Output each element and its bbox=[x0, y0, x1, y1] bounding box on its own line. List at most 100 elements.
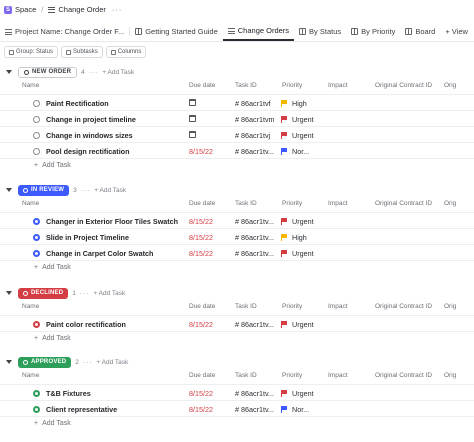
tab-by-priority[interactable]: By Priority bbox=[346, 22, 400, 41]
column-header[interactable]: Name bbox=[22, 200, 39, 207]
add-task-button[interactable]: + Add Task bbox=[34, 335, 71, 342]
task-name[interactable]: Change in project timeline bbox=[46, 115, 136, 124]
task-status-icon[interactable] bbox=[33, 147, 40, 155]
columns-button[interactable]: Columns bbox=[105, 46, 147, 58]
task-name[interactable]: Paint Rectification bbox=[46, 99, 109, 108]
due-date[interactable]: 8/15/22 bbox=[189, 249, 213, 258]
column-header[interactable]: Due date bbox=[189, 372, 215, 379]
column-header[interactable]: Original Contract ID bbox=[375, 372, 432, 379]
collapse-caret-icon[interactable] bbox=[6, 360, 12, 364]
task-row[interactable]: Changer in Exterior Floor Tiles Swatch 8… bbox=[0, 212, 474, 228]
priority-label[interactable]: Urgent bbox=[292, 217, 314, 226]
breadcrumb-list[interactable]: Change Order bbox=[58, 5, 106, 14]
calendar-icon[interactable] bbox=[189, 115, 196, 122]
group-add-task-button[interactable]: + Add Task bbox=[94, 187, 126, 194]
status-badge[interactable]: NEW ORDER bbox=[18, 66, 78, 78]
task-name[interactable]: Pool design rectification bbox=[46, 147, 129, 156]
tab-change-orders[interactable]: Change Orders bbox=[222, 22, 295, 41]
column-header[interactable]: Impact bbox=[328, 200, 348, 207]
due-date[interactable]: 8/15/22 bbox=[189, 389, 213, 398]
task-status-icon[interactable] bbox=[33, 405, 40, 413]
task-name[interactable]: Paint color rectification bbox=[46, 320, 126, 329]
task-row[interactable]: Client representative 8/15/22 # 86acr1tv… bbox=[0, 400, 474, 416]
task-name[interactable]: Change in Carpet Color Swatch bbox=[46, 249, 153, 258]
column-header[interactable]: Original Contract ID bbox=[375, 303, 432, 310]
status-badge[interactable]: DECLINED bbox=[18, 287, 69, 299]
column-header[interactable]: Due date bbox=[189, 303, 215, 310]
task-row[interactable]: Change in project timeline # 86acr1tvm U… bbox=[0, 110, 474, 126]
task-status-icon[interactable] bbox=[33, 99, 40, 107]
column-header[interactable]: Task ID bbox=[235, 303, 257, 310]
group-more-icon[interactable]: ··· bbox=[89, 69, 99, 76]
priority-label[interactable]: Urgent bbox=[292, 389, 314, 398]
column-header[interactable]: Orig bbox=[444, 200, 456, 207]
tab-board[interactable]: Board bbox=[400, 22, 440, 41]
task-name[interactable]: Changer in Exterior Floor Tiles Swatch bbox=[46, 217, 178, 226]
column-header[interactable]: Original Contract ID bbox=[375, 82, 432, 89]
group-more-icon[interactable]: ··· bbox=[81, 187, 91, 194]
due-date[interactable]: 8/15/22 bbox=[189, 405, 213, 414]
column-header[interactable]: Impact bbox=[328, 82, 348, 89]
task-row[interactable]: Slide in Project Timeline 8/15/22 # 86ac… bbox=[0, 228, 474, 244]
column-header[interactable]: Name bbox=[22, 82, 39, 89]
task-name[interactable]: T&B Fixtures bbox=[46, 389, 91, 398]
task-name[interactable]: Change in windows sizes bbox=[46, 131, 133, 140]
column-header[interactable]: Priority bbox=[282, 82, 302, 89]
space-avatar[interactable]: S bbox=[4, 5, 12, 14]
task-status-icon[interactable] bbox=[33, 131, 40, 139]
breadcrumb-space[interactable]: Space bbox=[15, 5, 36, 14]
task-status-icon[interactable] bbox=[33, 249, 40, 257]
calendar-icon[interactable] bbox=[189, 99, 196, 106]
task-name[interactable]: Client representative bbox=[46, 405, 117, 414]
column-header[interactable]: Orig bbox=[444, 82, 456, 89]
column-header[interactable]: Impact bbox=[328, 303, 348, 310]
priority-label[interactable]: Urgent bbox=[292, 249, 314, 258]
column-header[interactable]: Original Contract ID bbox=[375, 200, 432, 207]
collapse-caret-icon[interactable] bbox=[6, 291, 12, 295]
add-view-button[interactable]: + View bbox=[440, 22, 473, 41]
subtasks-button[interactable]: Subtasks bbox=[61, 46, 103, 58]
task-status-icon[interactable] bbox=[33, 115, 40, 123]
due-date[interactable]: 8/15/22 bbox=[189, 233, 213, 242]
task-status-icon[interactable] bbox=[33, 233, 40, 241]
column-header[interactable]: Name bbox=[22, 372, 39, 379]
priority-label[interactable]: Urgent bbox=[292, 115, 314, 124]
tab-project-name[interactable]: Project Name: Change Order F... bbox=[0, 22, 129, 41]
task-name[interactable]: Slide in Project Timeline bbox=[46, 233, 129, 242]
column-header[interactable]: Task ID bbox=[235, 372, 257, 379]
task-status-icon[interactable] bbox=[33, 217, 40, 225]
column-header[interactable]: Task ID bbox=[235, 82, 257, 89]
priority-label[interactable]: Urgent bbox=[292, 320, 314, 329]
column-header[interactable]: Orig bbox=[444, 372, 456, 379]
column-header[interactable]: Due date bbox=[189, 82, 215, 89]
collapse-caret-icon[interactable] bbox=[6, 188, 12, 192]
collapse-caret-icon[interactable] bbox=[6, 70, 12, 74]
group-by-button[interactable]: Group: Status bbox=[4, 46, 59, 58]
priority-label[interactable]: High bbox=[292, 99, 307, 108]
task-row[interactable]: Change in windows sizes # 86acr1tvj Urge… bbox=[0, 126, 474, 142]
priority-label[interactable]: High bbox=[292, 233, 307, 242]
column-header[interactable]: Impact bbox=[328, 372, 348, 379]
task-row[interactable]: Paint color rectification 8/15/22 # 86ac… bbox=[0, 315, 474, 331]
add-task-button[interactable]: + Add Task bbox=[34, 162, 71, 169]
task-status-icon[interactable] bbox=[33, 320, 40, 328]
column-header[interactable]: Name bbox=[22, 303, 39, 310]
column-header[interactable]: Priority bbox=[282, 303, 302, 310]
status-badge[interactable]: IN REVIEW bbox=[18, 184, 70, 196]
priority-label[interactable]: Urgent bbox=[292, 131, 314, 140]
status-badge[interactable]: APPROVED bbox=[18, 356, 72, 368]
tab-getting-started[interactable]: Getting Started Guide bbox=[130, 22, 223, 41]
task-row[interactable]: Pool design rectification 8/15/22 # 86ac… bbox=[0, 142, 474, 158]
priority-label[interactable]: Nor... bbox=[292, 405, 309, 414]
calendar-icon[interactable] bbox=[189, 131, 196, 138]
more-options-icon[interactable]: ··· bbox=[112, 5, 123, 14]
task-row[interactable]: Change in Carpet Color Swatch 8/15/22 # … bbox=[0, 244, 474, 260]
group-add-task-button[interactable]: + Add Task bbox=[102, 69, 134, 76]
add-task-button[interactable]: + Add Task bbox=[34, 420, 71, 427]
group-more-icon[interactable]: ··· bbox=[83, 359, 93, 366]
column-header[interactable]: Task ID bbox=[235, 200, 257, 207]
due-date[interactable]: 8/15/22 bbox=[189, 320, 213, 329]
tab-by-status[interactable]: By Status bbox=[294, 22, 346, 41]
task-row[interactable]: Paint Rectification # 86acr1tvf High bbox=[0, 94, 474, 110]
column-header[interactable]: Orig bbox=[444, 303, 456, 310]
